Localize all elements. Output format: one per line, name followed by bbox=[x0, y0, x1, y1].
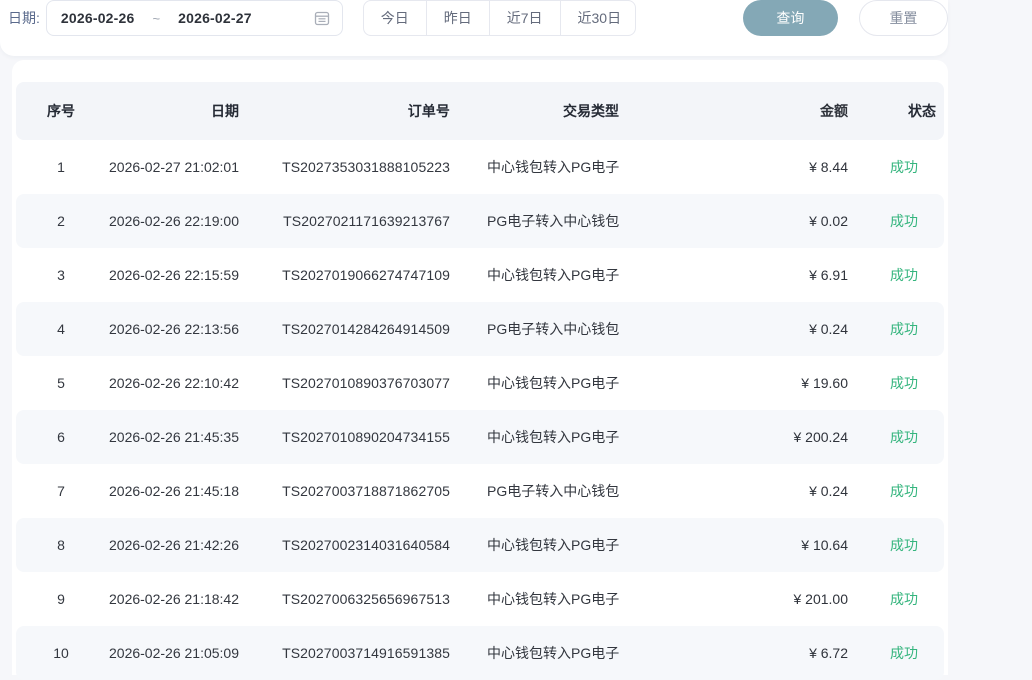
cell-status: 成功 bbox=[864, 643, 944, 663]
cell-status: 成功 bbox=[864, 535, 944, 555]
column-header-amount: 金额 bbox=[716, 101, 864, 121]
cell-index: 4 bbox=[16, 321, 106, 337]
cell-order-no: TS2027010890204734155 bbox=[251, 429, 466, 445]
date-start-value[interactable]: 2026-02-26 bbox=[61, 10, 135, 26]
cell-order-no: TS2027002314031640584 bbox=[251, 537, 466, 553]
table-row: 12026-02-27 21:02:01TS202735303188810522… bbox=[16, 140, 944, 194]
table-row: 62026-02-26 21:45:35TS202701089020473415… bbox=[16, 410, 944, 464]
cell-index: 5 bbox=[16, 375, 106, 391]
cell-status: 成功 bbox=[864, 481, 944, 501]
cell-status: 成功 bbox=[864, 211, 944, 231]
cell-type: PG电子转入中心钱包 bbox=[466, 481, 716, 501]
cell-order-no: TS2027353031888105223 bbox=[251, 159, 466, 175]
cell-index: 6 bbox=[16, 429, 106, 445]
quick-filter-today[interactable]: 今日 bbox=[364, 1, 426, 35]
cell-order-no: TS2027014284264914509 bbox=[251, 321, 466, 337]
date-range-label: 日期: bbox=[8, 8, 40, 28]
cell-index: 1 bbox=[16, 159, 106, 175]
cell-status: 成功 bbox=[864, 373, 944, 393]
transactions-card: 序号 日期 订单号 交易类型 金额 状态 12026-02-27 21:02:0… bbox=[12, 60, 948, 675]
cell-amount: ¥ 6.72 bbox=[716, 645, 864, 661]
cell-index: 8 bbox=[16, 537, 106, 553]
cell-status: 成功 bbox=[864, 157, 944, 177]
table-header: 序号 日期 订单号 交易类型 金额 状态 bbox=[16, 82, 944, 140]
date-end-value[interactable]: 2026-02-27 bbox=[178, 10, 252, 26]
table-row: 92026-02-26 21:18:42TS202700632565696751… bbox=[16, 572, 944, 626]
column-header-status: 状态 bbox=[864, 101, 944, 121]
cell-amount: ¥ 19.60 bbox=[716, 375, 864, 391]
cell-amount: ¥ 10.64 bbox=[716, 537, 864, 553]
table-row: 32026-02-26 22:15:59TS202701906627474710… bbox=[16, 248, 944, 302]
table-row: 22026-02-26 22:19:00TS202702117163921376… bbox=[16, 194, 944, 248]
cell-order-no: TS2027010890376703077 bbox=[251, 375, 466, 391]
cell-amount: ¥ 0.02 bbox=[716, 213, 864, 229]
quick-filter-yesterday[interactable]: 昨日 bbox=[426, 1, 489, 35]
cell-amount: ¥ 0.24 bbox=[716, 321, 864, 337]
table-row: 82026-02-26 21:42:26TS202700231403164058… bbox=[16, 518, 944, 572]
column-header-order-no: 订单号 bbox=[251, 101, 466, 121]
cell-status: 成功 bbox=[864, 589, 944, 609]
cell-type: 中心钱包转入PG电子 bbox=[466, 589, 716, 609]
table-row: 42026-02-26 22:13:56TS202701428426491450… bbox=[16, 302, 944, 356]
date-range-picker[interactable]: 2026-02-26 ~ 2026-02-27 bbox=[46, 0, 343, 36]
filter-controls: 日期: 2026-02-26 ~ 2026-02-27 今日 昨日 近7日 近3… bbox=[0, 0, 948, 36]
cell-status: 成功 bbox=[864, 427, 944, 447]
cell-index: 2 bbox=[16, 213, 106, 229]
cell-date: 2026-02-26 21:05:09 bbox=[106, 645, 251, 661]
cell-order-no: TS2027019066274747109 bbox=[251, 267, 466, 283]
quick-filter-7days[interactable]: 近7日 bbox=[489, 1, 560, 35]
cell-type: 中心钱包转入PG电子 bbox=[466, 373, 716, 393]
cell-date: 2026-02-27 21:02:01 bbox=[106, 159, 251, 175]
cell-date: 2026-02-26 22:19:00 bbox=[106, 213, 251, 229]
cell-index: 3 bbox=[16, 267, 106, 283]
cell-type: PG电子转入中心钱包 bbox=[466, 211, 716, 231]
cell-amount: ¥ 0.24 bbox=[716, 483, 864, 499]
cell-type: 中心钱包转入PG电子 bbox=[466, 157, 716, 177]
cell-date: 2026-02-26 22:15:59 bbox=[106, 267, 251, 283]
quick-filter-group: 今日 昨日 近7日 近30日 bbox=[363, 0, 636, 36]
cell-status: 成功 bbox=[864, 265, 944, 285]
table-row: 102026-02-26 21:05:09TS20270037149165913… bbox=[16, 626, 944, 680]
table-row: 72026-02-26 21:45:18TS202700371887186270… bbox=[16, 464, 944, 518]
date-range-separator: ~ bbox=[153, 11, 161, 26]
cell-order-no: TS2027006325656967513 bbox=[251, 591, 466, 607]
cell-type: 中心钱包转入PG电子 bbox=[466, 265, 716, 285]
cell-date: 2026-02-26 21:18:42 bbox=[106, 591, 251, 607]
cell-order-no: TS2027003714916591385 bbox=[251, 645, 466, 661]
cell-order-no: TS2027021171639213767 bbox=[251, 213, 466, 229]
table-body: 12026-02-27 21:02:01TS202735303188810522… bbox=[16, 140, 944, 680]
cell-amount: ¥ 201.00 bbox=[716, 591, 864, 607]
cell-type: 中心钱包转入PG电子 bbox=[466, 535, 716, 555]
cell-amount: ¥ 8.44 bbox=[716, 159, 864, 175]
cell-type: 中心钱包转入PG电子 bbox=[466, 643, 716, 663]
cell-date: 2026-02-26 21:42:26 bbox=[106, 537, 251, 553]
cell-date: 2026-02-26 22:10:42 bbox=[106, 375, 251, 391]
column-header-date: 日期 bbox=[106, 101, 251, 121]
cell-status: 成功 bbox=[864, 319, 944, 339]
table-row: 52026-02-26 22:10:42TS202701089037670307… bbox=[16, 356, 944, 410]
cell-index: 9 bbox=[16, 591, 106, 607]
cell-order-no: TS2027003718871862705 bbox=[251, 483, 466, 499]
filter-bar: 日期: 2026-02-26 ~ 2026-02-27 今日 昨日 近7日 近3… bbox=[0, 0, 948, 56]
reset-button[interactable]: 重置 bbox=[859, 0, 948, 36]
cell-type: PG电子转入中心钱包 bbox=[466, 319, 716, 339]
cell-date: 2026-02-26 21:45:35 bbox=[106, 429, 251, 445]
calendar-icon[interactable] bbox=[314, 10, 330, 26]
cell-type: 中心钱包转入PG电子 bbox=[466, 427, 716, 447]
query-button[interactable]: 查询 bbox=[743, 0, 838, 36]
cell-amount: ¥ 200.24 bbox=[716, 429, 864, 445]
cell-date: 2026-02-26 22:13:56 bbox=[106, 321, 251, 337]
cell-amount: ¥ 6.91 bbox=[716, 267, 864, 283]
cell-index: 7 bbox=[16, 483, 106, 499]
column-header-index: 序号 bbox=[16, 101, 106, 121]
quick-filter-30days[interactable]: 近30日 bbox=[560, 1, 636, 35]
column-header-type: 交易类型 bbox=[466, 101, 716, 121]
cell-index: 10 bbox=[16, 645, 106, 661]
cell-date: 2026-02-26 21:45:18 bbox=[106, 483, 251, 499]
